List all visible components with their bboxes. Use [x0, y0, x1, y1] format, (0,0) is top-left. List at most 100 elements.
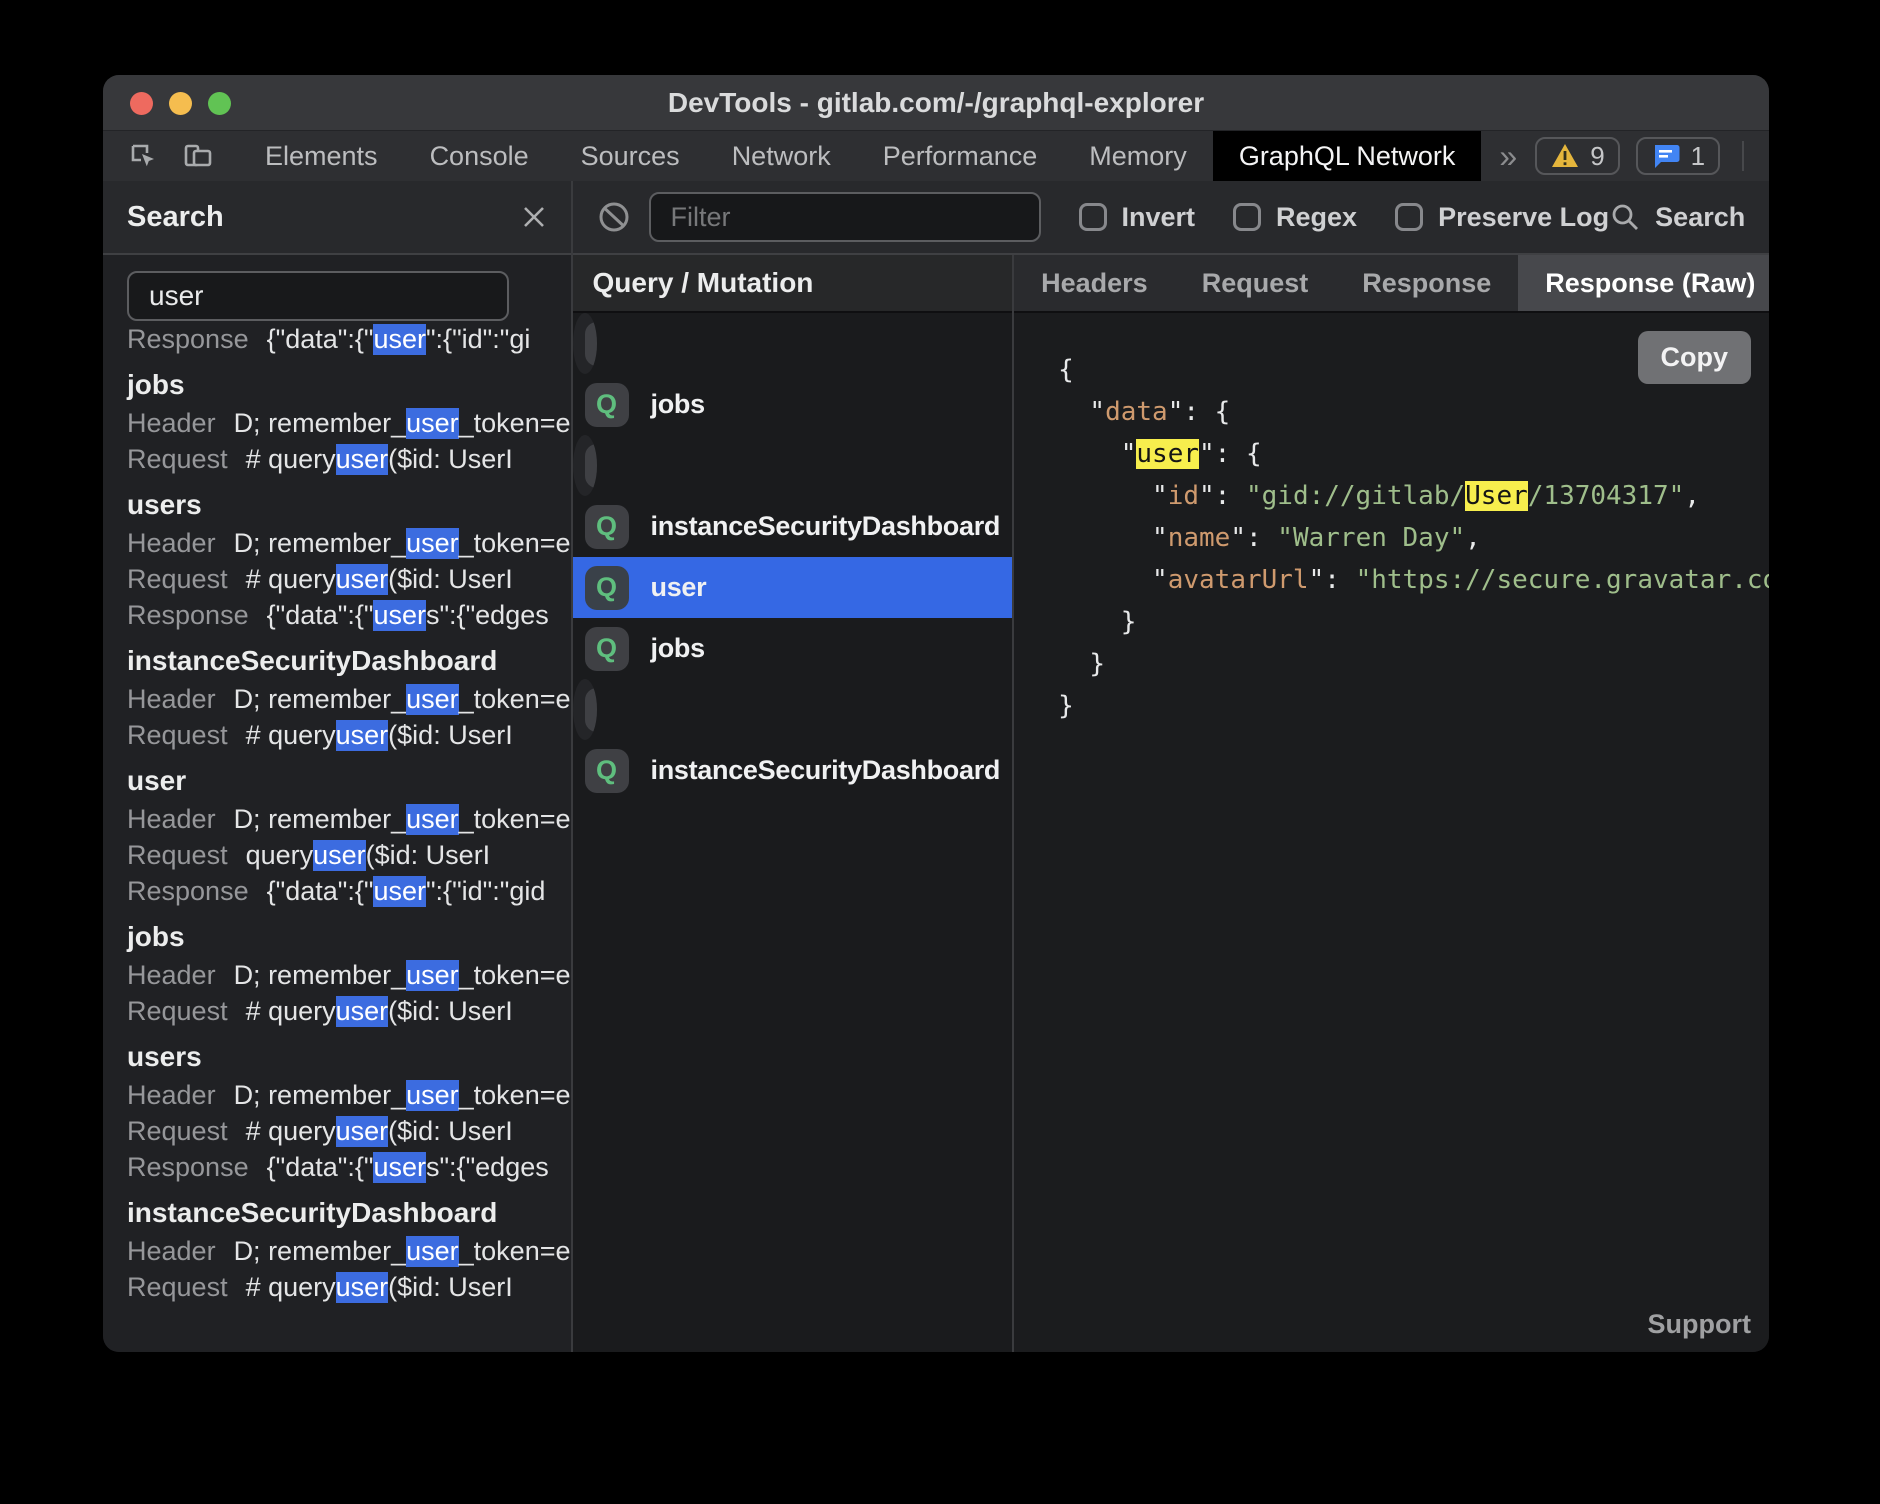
search-result-line[interactable]: HeaderD; remember_user_token=e [127, 957, 571, 993]
query-type-icon: Q [585, 322, 597, 366]
query-item-instancesecuritydashboard[interactable]: QinstanceSecurityDashboard [573, 496, 1013, 557]
json-line: "data": { [1058, 391, 1769, 433]
query-list-panel: Query / Mutation QuserQjobsQusersQinstan… [573, 255, 1015, 1352]
tab-response-raw[interactable]: Response (Raw) [1518, 255, 1769, 311]
more-tabs-icon[interactable]: » [1481, 131, 1535, 181]
minimize-window-button[interactable] [169, 92, 192, 115]
search-result-line[interactable]: Request# query user ($id: UserI [127, 1269, 571, 1305]
settings-gear-icon[interactable]: ⚙ [1766, 138, 1769, 174]
support-link[interactable]: Support [1648, 1309, 1751, 1340]
toolbar-tabs: ElementsConsoleSourcesNetworkPerformance… [239, 131, 1213, 181]
zoom-window-button[interactable] [208, 92, 231, 115]
search-result-line[interactable]: Response{"data":{"user":{"id":"gi [127, 321, 571, 357]
regex-label: Regex [1276, 202, 1357, 233]
json-line: } [1058, 643, 1769, 685]
invert-checkbox[interactable] [1079, 203, 1107, 231]
result-group-title: jobs [127, 917, 571, 957]
preserve-log-checkbox[interactable] [1395, 203, 1423, 231]
query-item-label: jobs [651, 633, 705, 664]
close-window-button[interactable] [130, 92, 153, 115]
query-item-jobs[interactable]: Qjobs [573, 618, 1013, 679]
result-line-label: Request [127, 996, 228, 1027]
devtools-toolbar: ElementsConsoleSourcesNetworkPerformance… [103, 131, 1769, 181]
search-result-line[interactable]: HeaderD; remember_user_token=e [127, 405, 571, 441]
result-line-label: Header [127, 528, 216, 559]
titlebar: DevTools - gitlab.com/-/graphql-explorer [103, 75, 1769, 131]
invert-option: Invert [1079, 202, 1196, 233]
tab-elements[interactable]: Elements [239, 131, 404, 181]
result-group-title: instanceSecurityDashboard [127, 641, 571, 681]
search-input[interactable] [127, 271, 509, 321]
search-result-line[interactable]: Response{"data":{"users":{"edges [127, 1149, 571, 1185]
search-result-line[interactable]: Request# query user ($id: UserI [127, 717, 571, 753]
result-line-label: Request [127, 444, 228, 475]
tab-headers[interactable]: Headers [1014, 255, 1175, 311]
search-result-line[interactable]: HeaderD; remember_user_token=e [127, 1233, 571, 1269]
tab-request[interactable]: Request [1175, 255, 1336, 311]
result-line-label: Request [127, 1116, 228, 1147]
json-line: "id": "gid://gitlab/User/13704317", [1058, 475, 1769, 517]
tab-response[interactable]: Response [1335, 255, 1518, 311]
issues-badge[interactable]: 1 [1636, 137, 1720, 175]
query-item-users[interactable]: Qusers [573, 679, 597, 740]
query-item-jobs[interactable]: Qjobs [573, 374, 1013, 435]
network-search-toggle[interactable]: Search [1609, 201, 1745, 233]
query-item-user[interactable]: Quser [573, 557, 1013, 618]
preserve-log-option: Preserve Log [1395, 202, 1609, 233]
search-result-line[interactable]: HeaderD; remember_user_token=e [127, 801, 571, 837]
search-result-line[interactable]: Request# query user ($id: UserI [127, 441, 571, 477]
result-line-label: Request [127, 840, 228, 871]
search-result-line[interactable]: Requestquery user ($id: UserI [127, 837, 571, 873]
device-toolbar-icon[interactable] [181, 140, 215, 172]
warnings-badge[interactable]: 9 [1535, 137, 1619, 175]
search-result-line[interactable]: Response{"data":{"users":{"edges [127, 597, 571, 633]
search-result-line[interactable]: HeaderD; remember_user_token=e [127, 525, 571, 561]
message-bubble-icon [1651, 142, 1681, 170]
search-result-line[interactable]: Request# query user ($id: UserI [127, 561, 571, 597]
result-group-title: users [127, 1037, 571, 1077]
search-panel-close-icon[interactable] [521, 204, 547, 230]
filter-input[interactable] [649, 192, 1041, 242]
result-line-label: Header [127, 684, 216, 715]
search-panel-title: Search [127, 201, 224, 234]
json-line: } [1058, 685, 1769, 727]
query-item-label: instanceSecurityDashboard [651, 511, 1001, 542]
query-item-label: user [651, 572, 707, 603]
result-line-label: Header [127, 804, 216, 835]
result-line-label: Response [127, 1152, 249, 1183]
tab-graphql-network[interactable]: GraphQL Network [1213, 131, 1482, 181]
search-panel: Search Response{"data":{"user":{"id":"gi… [103, 181, 573, 1352]
copy-button[interactable]: Copy [1638, 331, 1752, 384]
result-line-label: Header [127, 408, 216, 439]
result-line-label: Request [127, 1272, 228, 1303]
query-item-instancesecuritydashboard[interactable]: QinstanceSecurityDashboard [573, 740, 1013, 801]
query-type-icon: Q [585, 749, 629, 793]
tab-network[interactable]: Network [706, 131, 857, 181]
block-requests-icon[interactable] [597, 200, 631, 234]
search-results-list: Response{"data":{"user":{"id":"gijobsHea… [103, 321, 571, 1352]
tab-memory[interactable]: Memory [1063, 131, 1213, 181]
traffic-lights [130, 92, 231, 115]
regex-checkbox[interactable] [1233, 203, 1261, 231]
preserve-log-label: Preserve Log [1438, 202, 1609, 233]
search-result-line[interactable]: Response{"data":{"user":{"id":"gid [127, 873, 571, 909]
result-line-label: Header [127, 960, 216, 991]
result-group-title: instanceSecurityDashboard [127, 1193, 571, 1233]
tab-performance[interactable]: Performance [857, 131, 1064, 181]
tab-console[interactable]: Console [404, 131, 555, 181]
result-group-title: jobs [127, 365, 571, 405]
devtools-window: DevTools - gitlab.com/-/graphql-explorer… [103, 75, 1769, 1352]
inspect-element-icon[interactable] [127, 140, 159, 172]
search-result-line[interactable]: Request# query user ($id: UserI [127, 993, 571, 1029]
search-result-line[interactable]: HeaderD; remember_user_token=e [127, 1077, 571, 1113]
search-result-line[interactable]: HeaderD; remember_user_token=e [127, 681, 571, 717]
query-item-label: instanceSecurityDashboard [651, 755, 1001, 786]
search-result-line[interactable]: Request# query user ($id: UserI [127, 1113, 571, 1149]
tab-sources[interactable]: Sources [555, 131, 706, 181]
result-line-label: Response [127, 876, 249, 907]
json-line: "user": { [1058, 433, 1769, 475]
query-item-users[interactable]: Qusers [573, 435, 597, 496]
query-item-user[interactable]: Quser [573, 313, 597, 374]
magnifier-icon [1609, 201, 1641, 233]
result-group-title: users [127, 485, 571, 525]
